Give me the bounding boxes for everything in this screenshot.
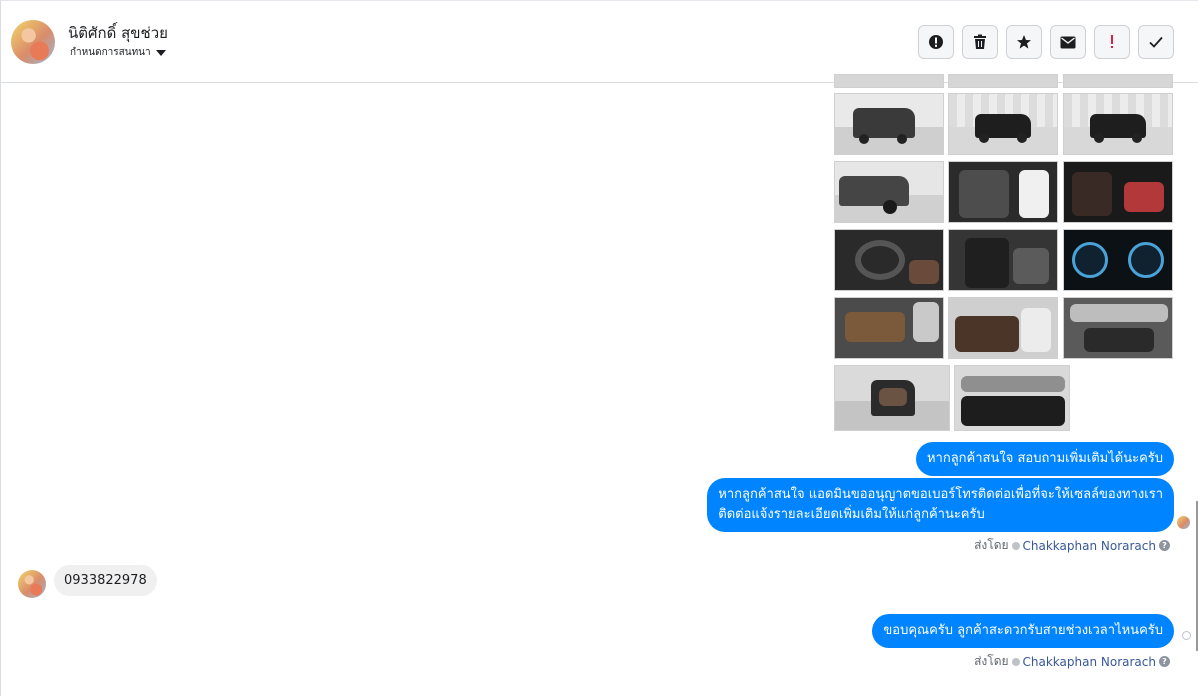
alert-circle-icon: [929, 35, 943, 49]
sent-status-icon: [1182, 631, 1191, 640]
verified-icon: [1011, 541, 1020, 550]
outgoing-message[interactable]: หากลูกค้าสนใจ แอดมินขออนุญาตขอเบอร์โทรติ…: [707, 478, 1174, 532]
car-photo[interactable]: [1063, 74, 1173, 88]
car-photo[interactable]: [1063, 229, 1173, 291]
mark-unread-button[interactable]: [1050, 25, 1086, 59]
verified-icon: [1011, 657, 1020, 666]
sender-name-link[interactable]: Chakkaphan Norarach: [1023, 539, 1156, 553]
messenger-conversation: นิติศักดิ์ สุขช่วย กำหนดการสนทนา หากลูกค…: [0, 0, 1198, 696]
sent-by-prefix: ส่งโดย: [974, 654, 1009, 668]
car-photo[interactable]: [1063, 297, 1173, 359]
sent-by-label: ส่งโดย Chakkaphan Norarach ?: [974, 536, 1170, 555]
incoming-message[interactable]: 0933822978: [54, 565, 157, 596]
help-icon[interactable]: ?: [1159, 656, 1170, 667]
star-icon: [1017, 35, 1031, 49]
contact-avatar[interactable]: [11, 20, 55, 64]
conversation-header: นิติศักดิ์ สุขช่วย กำหนดการสนทนา: [1, 1, 1198, 83]
car-photo[interactable]: [834, 365, 950, 431]
outgoing-message[interactable]: หากลูกค้าสนใจ สอบถามเพิ่มเติมได้นะครับ: [915, 442, 1174, 476]
done-button[interactable]: [1138, 25, 1174, 59]
help-icon[interactable]: ?: [1159, 540, 1170, 551]
car-photo[interactable]: [954, 365, 1070, 431]
conversation-options-dropdown[interactable]: กำหนดการสนทนา: [70, 45, 166, 60]
chevron-down-icon: [155, 49, 166, 56]
car-photo[interactable]: [1063, 93, 1173, 155]
important-button[interactable]: [1094, 25, 1130, 59]
star-button[interactable]: [1006, 25, 1042, 59]
envelope-icon: [1060, 36, 1076, 48]
trash-icon: [974, 34, 986, 49]
car-photo[interactable]: [948, 297, 1058, 359]
car-photo[interactable]: [948, 93, 1058, 155]
message-line: ติดต่อแจ้งรายละเอียดเพิ่มเติมให้แก่ลูกค้…: [718, 507, 985, 522]
action-toolbar: [918, 25, 1174, 59]
car-photo[interactable]: [834, 297, 944, 359]
car-photo[interactable]: [834, 74, 944, 88]
sent-by-prefix: ส่งโดย: [974, 538, 1009, 552]
contact-avatar-small[interactable]: [18, 570, 46, 598]
message-thread[interactable]: หากลูกค้าสนใจ สอบถามเพิ่มเติมได้นะครับ ห…: [1, 74, 1198, 696]
car-photo[interactable]: [948, 229, 1058, 291]
conversation-options-label: กำหนดการสนทนา: [70, 47, 151, 58]
delete-button[interactable]: [962, 25, 998, 59]
car-photo[interactable]: [948, 161, 1058, 223]
spam-button[interactable]: [918, 25, 954, 59]
outgoing-message[interactable]: ขอบคุณครับ ลูกค้าสะดวกรับสายช่วงเวลาไหนค…: [872, 614, 1174, 648]
contact-name[interactable]: นิติศักดิ์ สุขช่วย: [68, 21, 168, 45]
message-line: หากลูกค้าสนใจ แอดมินขออนุญาตขอเบอร์โทรติ…: [718, 487, 1163, 502]
car-photo[interactable]: [834, 161, 944, 223]
sender-name-link[interactable]: Chakkaphan Norarach: [1023, 655, 1156, 669]
car-photo[interactable]: [1063, 161, 1173, 223]
car-photo[interactable]: [834, 229, 944, 291]
checkmark-icon: [1149, 36, 1163, 48]
seen-avatar-icon: [1177, 516, 1190, 529]
car-photo[interactable]: [948, 74, 1058, 88]
car-photo[interactable]: [834, 93, 944, 155]
sent-by-label: ส่งโดย Chakkaphan Norarach ?: [974, 652, 1170, 671]
exclamation-icon: [1111, 35, 1113, 48]
